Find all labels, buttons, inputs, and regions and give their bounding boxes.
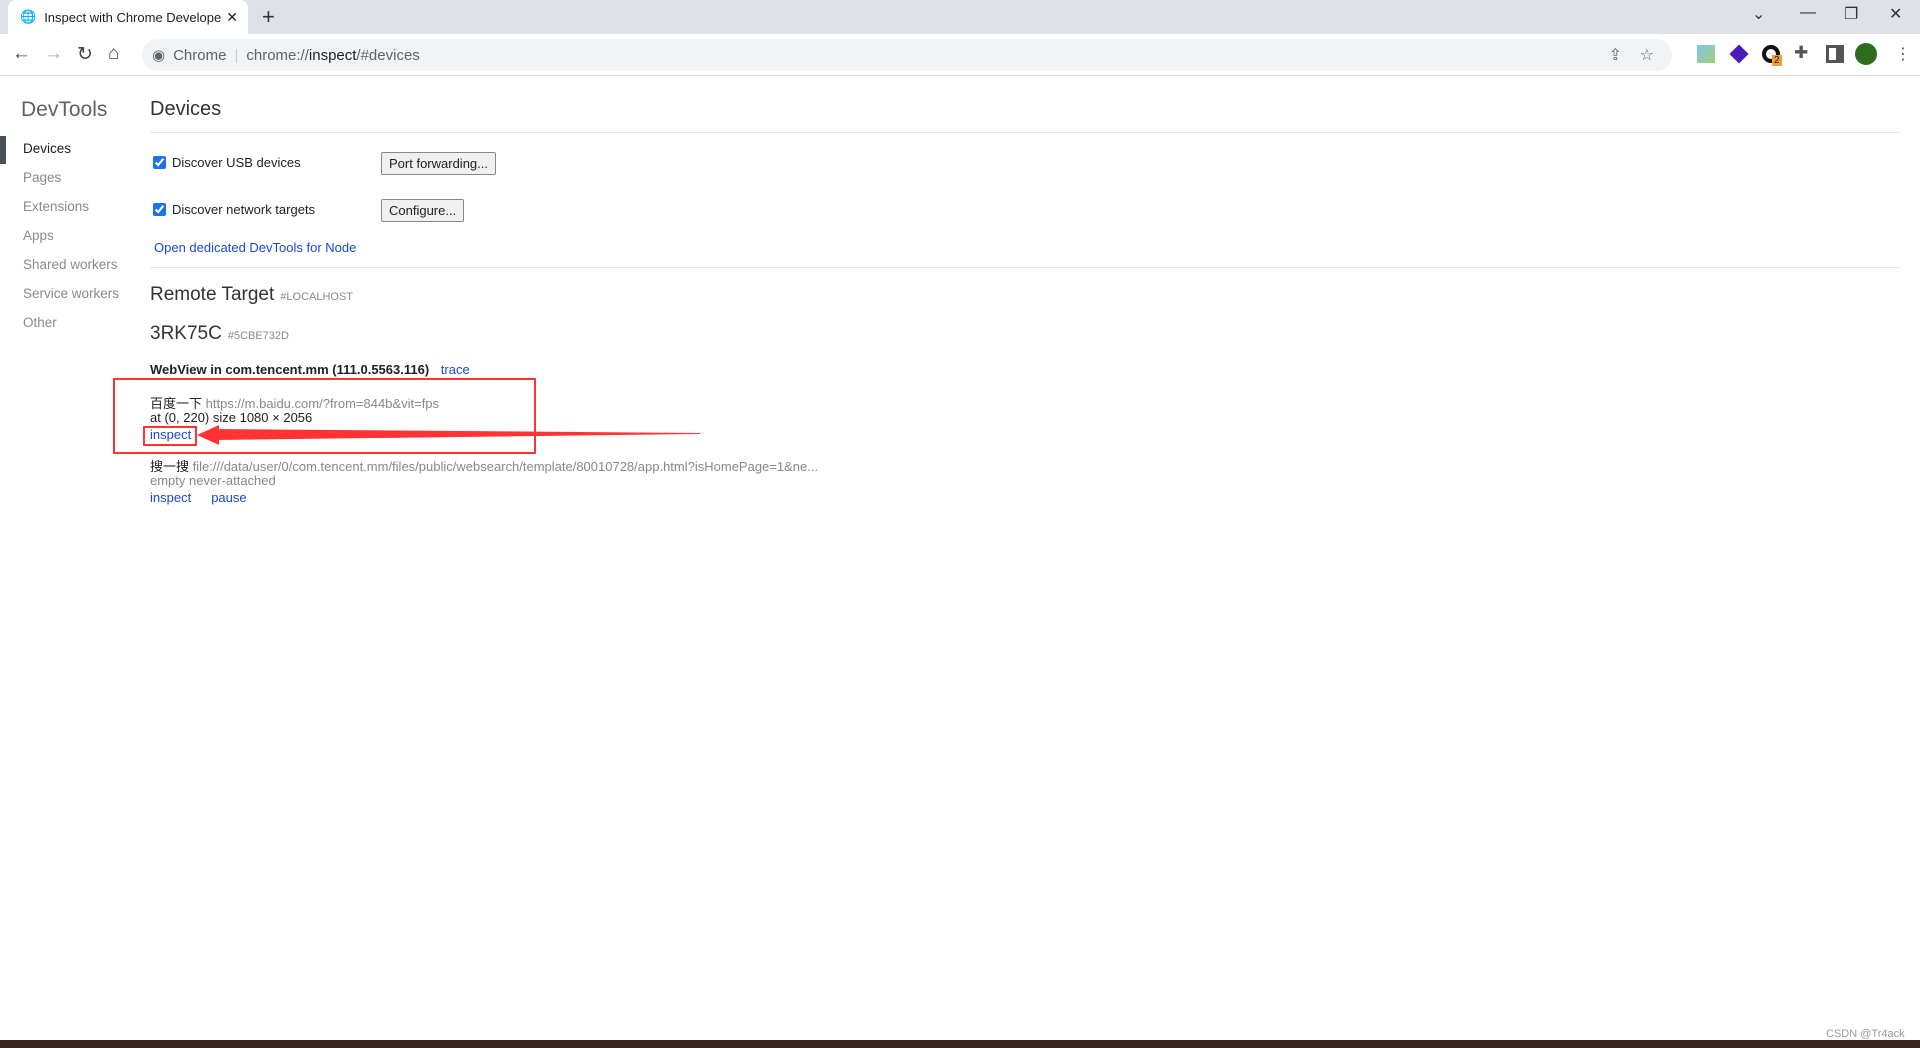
annotation-arrow — [197, 425, 700, 445]
remote-target-sub: #LOCALHOST — [280, 291, 354, 303]
selected-indicator — [0, 136, 6, 164]
extension-badge-icon[interactable]: 2 — [1762, 45, 1782, 66]
divider — [150, 267, 1900, 268]
sidebar-item-pages[interactable]: Pages — [23, 170, 61, 185]
discover-usb-label: Discover USB devices — [172, 155, 301, 170]
target-info: empty never-attached — [150, 473, 276, 488]
discover-network-label: Discover network targets — [172, 202, 316, 217]
puzzle-icon[interactable]: ✚ — [1794, 43, 1808, 63]
configure-button[interactable]: Configure... — [381, 199, 465, 222]
reload-icon[interactable]: ↻ — [77, 43, 93, 66]
device-name: 3RK75C — [150, 323, 222, 344]
tab-strip — [0, 0, 1920, 34]
close-tab-icon[interactable]: ✕ — [226, 9, 238, 26]
restore-button[interactable]: ❐ — [1844, 4, 1858, 24]
bookmark-star-icon[interactable]: ☆ — [1640, 45, 1654, 65]
sidebar-item-shared-workers[interactable]: Shared workers — [23, 257, 118, 272]
close-window-button[interactable]: ✕ — [1889, 4, 1902, 24]
chrome-icon: ◉ — [152, 47, 166, 64]
remote-target-title: Remote Target — [150, 284, 275, 305]
address-bar[interactable]: ◉ Chrome | chrome://inspect/#devices ⇪ ☆ — [142, 39, 1672, 71]
device-serial: #5CBE732D — [227, 330, 289, 342]
divider — [150, 132, 1900, 133]
side-panel-icon[interactable] — [1826, 45, 1844, 63]
target-title: 搜一搜 — [150, 459, 190, 474]
home-icon[interactable]: ⌂ — [108, 43, 119, 65]
sidebar-item-extensions[interactable]: Extensions — [23, 199, 89, 214]
share-icon[interactable]: ⇪ — [1609, 45, 1622, 65]
url-text: chrome://inspect/#devices — [246, 46, 420, 64]
tab-search-icon[interactable]: ⌄ — [1752, 4, 1765, 24]
browser-tab[interactable]: 🌐 Inspect with Chrome Develope ✕ — [8, 0, 248, 34]
port-forwarding-button[interactable]: Port forwarding... — [381, 152, 496, 175]
sidebar-item-apps[interactable]: Apps — [23, 228, 54, 243]
watermark: CSDN @Tr4ack — [1826, 1028, 1905, 1040]
sidebar-item-devices[interactable]: Devices — [23, 141, 71, 156]
discover-network-checkbox[interactable] — [153, 203, 166, 216]
annotation-box-inspect — [143, 426, 197, 446]
pause-link[interactable]: pause — [211, 490, 246, 505]
inspect-link[interactable]: inspect — [150, 490, 191, 505]
sidebar-title: DevTools — [21, 98, 108, 121]
taskbar — [0, 1040, 1920, 1048]
page-title: Devices — [150, 98, 222, 120]
download-extension-icon[interactable] — [1697, 45, 1715, 63]
discover-usb-checkbox[interactable] — [153, 156, 166, 169]
trace-link[interactable]: trace — [441, 362, 470, 377]
avatar[interactable] — [1855, 43, 1877, 65]
sidebar-item-service-workers[interactable]: Service workers — [23, 286, 119, 301]
back-icon[interactable]: ← — [12, 43, 31, 65]
minimize-button[interactable]: — — [1800, 4, 1816, 22]
site-label: Chrome — [173, 46, 227, 64]
globe-icon: 🌐 — [20, 9, 37, 24]
tab-title: Inspect with Chrome Develope — [44, 9, 222, 25]
new-tab-button[interactable]: + — [262, 4, 275, 30]
menu-icon[interactable]: ⋮ — [1895, 44, 1911, 64]
browser-name: WebView in com.tencent.mm (111.0.5563.11… — [150, 362, 430, 377]
target-url: file:///data/user/0/com.tencent.mm/files… — [192, 459, 819, 474]
sidebar-item-other[interactable]: Other — [23, 315, 57, 330]
open-node-devtools-link[interactable]: Open dedicated DevTools for Node — [154, 240, 356, 255]
forward-icon[interactable]: → — [44, 43, 63, 65]
